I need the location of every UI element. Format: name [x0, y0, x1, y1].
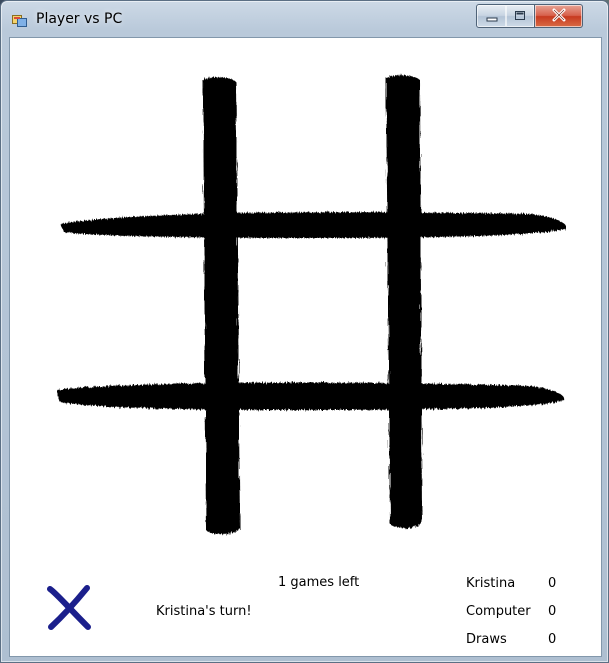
- current-player-x-icon: [46, 585, 92, 631]
- window-title: Player vs PC: [36, 11, 123, 27]
- maximize-button[interactable]: [506, 4, 535, 28]
- board-line-horizontal-bottom: [56, 382, 565, 410]
- board-cell-6[interactable]: [422, 238, 562, 378]
- turn-label: Kristina's turn!: [156, 604, 252, 619]
- minimize-button[interactable]: [476, 4, 507, 28]
- board-cell-7[interactable]: [66, 410, 206, 550]
- close-icon: [551, 7, 567, 26]
- score-name-draws: Draws: [466, 632, 507, 647]
- board-cell-8[interactable]: [238, 410, 388, 550]
- score-value-player: 0: [548, 576, 557, 591]
- board-cell-4[interactable]: [66, 238, 206, 378]
- game-area: 1 games left Kristina's turn! Kristina 0…: [9, 37, 602, 657]
- title-bar[interactable]: Player vs PC: [1, 1, 608, 35]
- games-left-label: 1 games left: [278, 575, 360, 590]
- score-value-draws: 0: [548, 632, 557, 647]
- board-cell-1[interactable]: [66, 78, 206, 218]
- board-cell-3[interactable]: [422, 78, 562, 218]
- score-name-computer: Computer: [466, 604, 531, 619]
- minimize-icon: [485, 7, 499, 26]
- close-button[interactable]: [535, 4, 583, 28]
- board-line-vertical-right: [386, 75, 422, 529]
- app-window-icon[interactable]: [12, 12, 28, 28]
- board-cell-2[interactable]: [238, 78, 388, 218]
- score-name-player: Kristina: [466, 576, 516, 591]
- score-value-computer: 0: [548, 604, 557, 619]
- board-cell-9[interactable]: [422, 410, 562, 550]
- board-cell-5[interactable]: [238, 238, 388, 378]
- board-line-vertical-left: [203, 77, 240, 535]
- game-window: Player vs PC 1 games left Kristina's tur…: [0, 0, 609, 663]
- maximize-icon: [513, 7, 527, 26]
